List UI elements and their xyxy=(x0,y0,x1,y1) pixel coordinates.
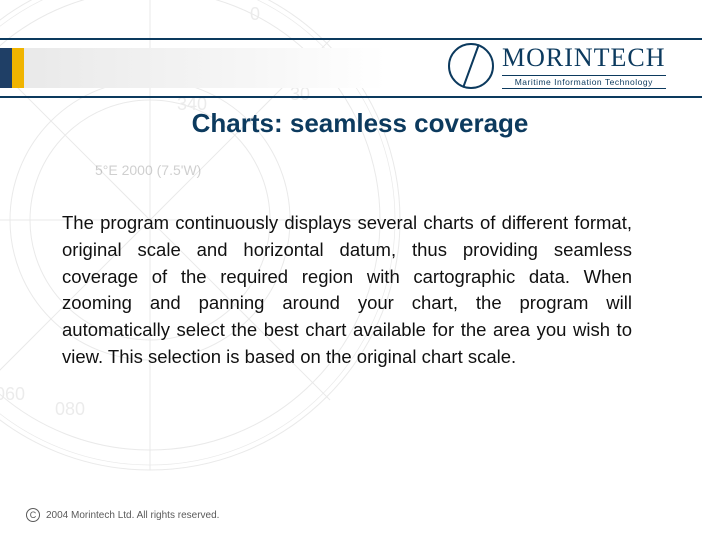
copyright-icon: C xyxy=(26,508,40,522)
svg-text:350: 350 xyxy=(185,0,215,4)
background-scale-label: 5°E 2000 (7.5'W) xyxy=(95,162,201,178)
footer-text: 2004 Morintech Ltd. All rights reserved. xyxy=(46,510,219,521)
brand-name: MORINTECH xyxy=(502,43,666,73)
slide-body: The program continuously displays severa… xyxy=(62,210,632,371)
svg-text:060: 060 xyxy=(0,384,25,404)
brand-logo: MORINTECH Maritime Information Technolog… xyxy=(448,30,698,102)
slide: 350 0 30 340 080 060 040 5°E 2000 (7.5'W… xyxy=(0,0,720,540)
footer: C 2004 Morintech Ltd. All rights reserve… xyxy=(26,508,219,522)
svg-text:080: 080 xyxy=(55,399,85,419)
header-accent xyxy=(0,48,24,88)
svg-text:0: 0 xyxy=(250,4,260,24)
compass-icon xyxy=(448,43,494,89)
slide-title: Charts: seamless coverage xyxy=(0,108,720,139)
brand-tagline: Maritime Information Technology xyxy=(502,75,666,89)
